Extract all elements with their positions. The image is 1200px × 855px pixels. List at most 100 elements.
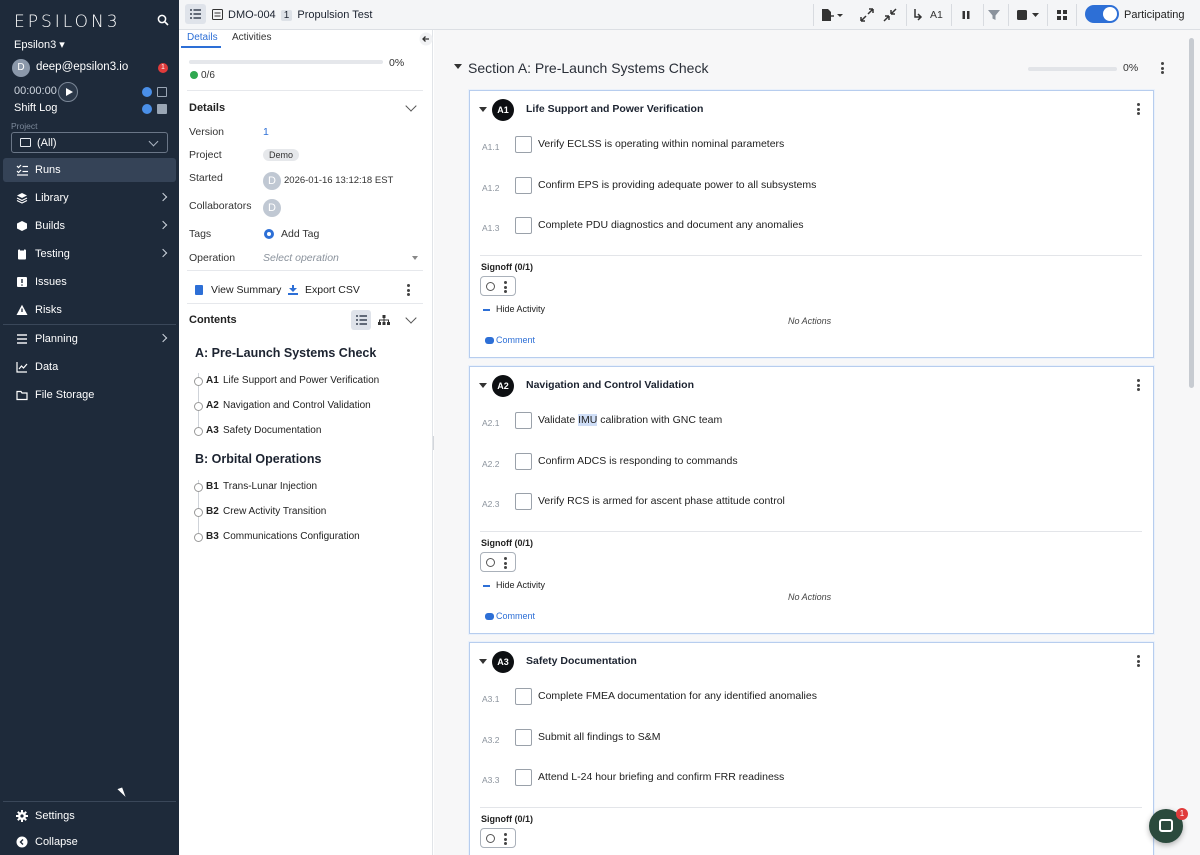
- sidebar-item-issues[interactable]: Issues: [3, 270, 176, 294]
- toc-item-number: B2: [206, 506, 219, 517]
- gear-icon[interactable]: [142, 87, 152, 97]
- current-step-label[interactable]: A1: [930, 9, 943, 21]
- step-status-icon: [194, 533, 203, 542]
- signoff-button[interactable]: [480, 828, 516, 848]
- toolbar-divider: [1047, 4, 1048, 26]
- chevron-down-icon[interactable]: [405, 312, 417, 324]
- no-actions-text: No Actions: [788, 592, 832, 602]
- chevron-down-icon[interactable]: [405, 100, 417, 112]
- sidebar-item-label: Collapse: [35, 836, 78, 848]
- sidebar-item-label: Settings: [35, 810, 75, 822]
- substep-checkbox[interactable]: [515, 412, 532, 429]
- sidebar-item-label: File Storage: [35, 389, 95, 401]
- substep-checkbox[interactable]: [515, 217, 532, 234]
- more-options-icon[interactable]: [1137, 655, 1140, 667]
- more-options-icon[interactable]: [1137, 379, 1140, 391]
- user-menu[interactable]: D deep@epsilon3.io 1: [12, 58, 172, 78]
- details-panel: Details Activities 0% 0/6 Details Versio…: [179, 30, 433, 855]
- comment-button[interactable]: Comment: [496, 335, 535, 345]
- substep-text: Confirm EPS is providing adequate power …: [538, 179, 817, 191]
- more-options-icon[interactable]: [504, 833, 507, 845]
- caret-down-icon[interactable]: [479, 659, 487, 664]
- operation-label: Operation: [189, 252, 236, 264]
- arrow-left-icon[interactable]: [419, 32, 433, 46]
- list-view-button[interactable]: [351, 310, 371, 330]
- more-options-icon[interactable]: [1137, 103, 1140, 115]
- sidebar-item-testing[interactable]: Testing: [3, 242, 176, 266]
- substep-number: A1.2: [482, 183, 500, 193]
- substep-checkbox[interactable]: [515, 177, 532, 194]
- participating-toggle[interactable]: [1085, 5, 1119, 23]
- calendar-icon[interactable]: [157, 87, 167, 97]
- toc-section-b[interactable]: B: Orbital Operations: [195, 452, 321, 466]
- app-root: EPSILON3 Epsilon3 ▾ D deep@epsilon3.io 1…: [0, 0, 1200, 855]
- substep-checkbox[interactable]: [515, 769, 532, 786]
- sidebar-item-settings[interactable]: Settings: [3, 804, 176, 828]
- add-tag-button[interactable]: Add Tag: [281, 228, 319, 240]
- substep-checkbox[interactable]: [515, 729, 532, 746]
- grid-view-icon[interactable]: [1055, 8, 1069, 22]
- comment-button[interactable]: Comment: [496, 611, 535, 621]
- export-csv-button[interactable]: Export CSV: [305, 284, 360, 296]
- project-select[interactable]: (All): [11, 132, 168, 153]
- list-icon: [356, 315, 367, 325]
- export-menu-icon[interactable]: [821, 8, 843, 22]
- tags-label: Tags: [189, 228, 212, 240]
- substep-checkbox[interactable]: [515, 493, 532, 510]
- tab-activities[interactable]: Activities: [232, 32, 271, 43]
- sidebar-item-builds[interactable]: Builds: [3, 214, 176, 238]
- gear-icon[interactable]: [142, 104, 152, 114]
- collapse-icon[interactable]: [883, 8, 897, 22]
- substep: A2.2 Confirm ADCS is responding to comma…: [470, 453, 1153, 475]
- expand-icon[interactable]: [860, 8, 874, 22]
- substep: A3.2 Submit all findings to S&M: [470, 729, 1153, 751]
- run-name: Propulsion Test: [297, 9, 373, 21]
- substep-checkbox[interactable]: [515, 688, 532, 705]
- jump-to-step-icon[interactable]: [913, 8, 923, 22]
- timer-play-button[interactable]: [58, 82, 78, 102]
- version-value[interactable]: 1: [263, 126, 269, 138]
- sidebar-item-file-storage[interactable]: File Storage: [3, 383, 176, 407]
- operation-select[interactable]: Select operation: [263, 252, 339, 264]
- hide-activity-button[interactable]: Hide Activity: [496, 304, 545, 314]
- substep: A2.3 Verify RCS is armed for ascent phas…: [470, 493, 1153, 515]
- notification-badge[interactable]: 1: [158, 63, 168, 73]
- toc-section-a[interactable]: A: Pre-Launch Systems Check: [195, 346, 376, 360]
- user-email: deep@epsilon3.io: [36, 61, 129, 73]
- more-options-icon[interactable]: [504, 281, 507, 293]
- search-icon[interactable]: [157, 14, 169, 26]
- pause-icon[interactable]: [959, 8, 973, 22]
- sidebar-item-runs[interactable]: Runs: [3, 158, 176, 182]
- filter-icon[interactable]: [987, 8, 1001, 22]
- substep-text-part: Validate: [538, 414, 579, 426]
- epsilon3-logo[interactable]: EPSILON3: [14, 12, 121, 32]
- more-options-icon[interactable]: [504, 557, 507, 569]
- org-switcher[interactable]: Epsilon3 ▾: [14, 38, 65, 51]
- toggle-sidebar-button[interactable]: [185, 4, 206, 24]
- book-icon[interactable]: [157, 104, 167, 114]
- sidebar-collapse-button[interactable]: Collapse: [3, 830, 176, 854]
- more-options-icon[interactable]: [1161, 62, 1164, 74]
- substep-checkbox[interactable]: [515, 136, 532, 153]
- sidebar-item-risks[interactable]: Risks: [3, 298, 176, 322]
- stop-menu-icon[interactable]: [1015, 8, 1041, 22]
- sidebar-item-library[interactable]: Library: [3, 186, 176, 210]
- sidebar-item-data[interactable]: Data: [3, 355, 176, 379]
- signoff-button[interactable]: [480, 552, 516, 572]
- sidebar-item-planning[interactable]: Planning: [3, 327, 176, 351]
- hide-activity-button[interactable]: Hide Activity: [496, 580, 545, 590]
- scrollbar[interactable]: [1189, 38, 1194, 388]
- view-summary-button[interactable]: View Summary: [211, 284, 281, 296]
- shift-log-link[interactable]: Shift Log: [14, 102, 57, 114]
- signoff-button[interactable]: [480, 276, 516, 296]
- caret-down-icon[interactable]: [479, 107, 487, 112]
- caret-down-icon[interactable]: [479, 383, 487, 388]
- toc-item-number: B3: [206, 531, 219, 542]
- more-options-icon[interactable]: [407, 284, 410, 296]
- tree-view-button[interactable]: [374, 310, 394, 330]
- caret-down-icon[interactable]: [454, 64, 462, 69]
- sidebar-divider: [3, 324, 176, 325]
- tab-details[interactable]: Details: [187, 32, 218, 43]
- sidebar-item-label: Runs: [35, 164, 61, 176]
- substep-checkbox[interactable]: [515, 453, 532, 470]
